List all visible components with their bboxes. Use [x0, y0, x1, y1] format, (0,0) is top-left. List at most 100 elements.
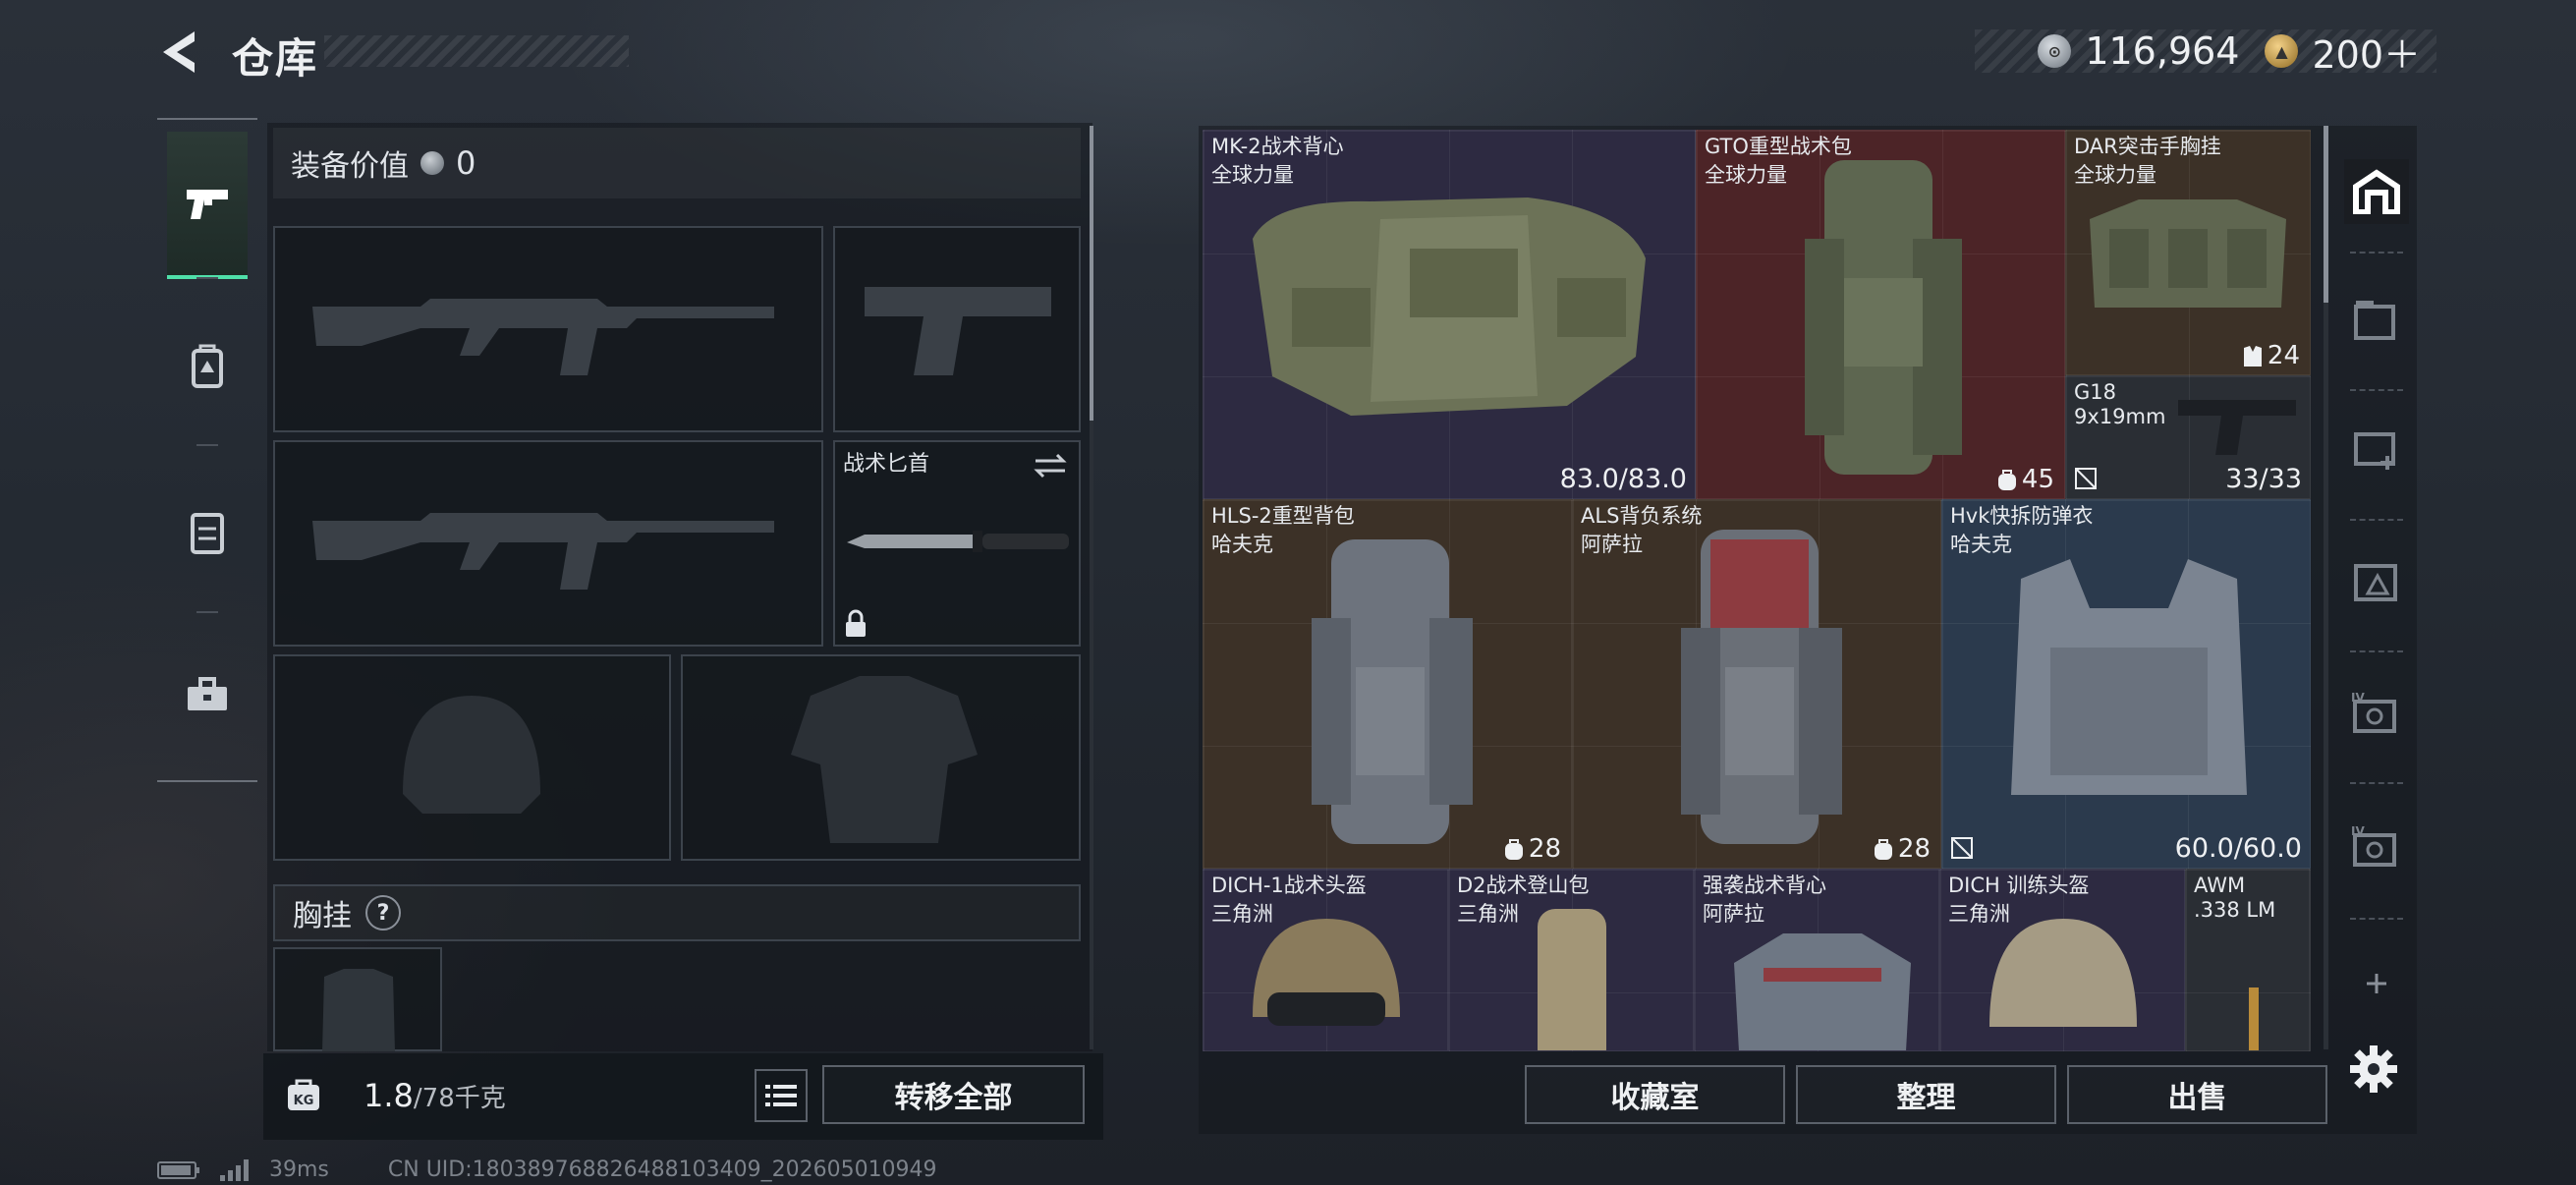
category-container[interactable] — [167, 621, 248, 768]
capacity-bag-icon — [1997, 470, 2016, 490]
back-arrow-icon[interactable] — [155, 28, 204, 77]
item-maker: 三角洲 — [1211, 902, 1273, 926]
tab-storage-5[interactable]: IV — [2344, 680, 2409, 745]
no-insure-icon — [1951, 837, 1973, 859]
equipment-category-rail — [157, 118, 257, 782]
item-name: Hvk快拆防弹衣 — [1950, 504, 2094, 528]
collection-room-button[interactable]: 收藏室 — [1525, 1065, 1785, 1124]
list-view-button[interactable] — [755, 1069, 808, 1122]
armor-silhouette-icon — [791, 676, 978, 843]
warehouse-icon — [2353, 169, 2400, 214]
equipment-value-header: 装备价值 0 — [273, 128, 1081, 198]
inventory-item-dar-rig[interactable]: DAR突击手胸挂 全球力量 24 — [2065, 130, 2311, 375]
chest-rig-label: 胸挂 — [293, 899, 352, 933]
armor-slot[interactable] — [681, 654, 1081, 861]
category-weapons[interactable] — [167, 132, 248, 279]
tab-storage-3[interactable] — [2344, 417, 2409, 481]
scrollbar-thumb[interactable] — [1090, 126, 1093, 421]
rail-divider — [2350, 650, 2403, 652]
inventory-item-hvk-armor[interactable]: Hvk快拆防弹衣 哈夫克 60.0/60.0 — [1941, 499, 2311, 869]
chest-rig-art — [2090, 199, 2286, 308]
knife-slot[interactable]: 战术匕首 — [833, 440, 1081, 647]
sort-button[interactable]: 整理 — [1796, 1065, 2056, 1124]
pistol-art — [2178, 400, 2296, 455]
item-maker: 全球力量 — [2074, 163, 2156, 187]
storage-tabs-rail: IV IV — [2336, 126, 2417, 1134]
inventory-item-dich-training-helmet[interactable]: DICH 训练头盔 三角洲 — [1939, 869, 2185, 1051]
inventory-item-d2-pack[interactable]: D2战术登山包 三角洲 — [1448, 869, 1694, 1051]
item-capacity: 28 — [1503, 834, 1561, 864]
no-insure-icon — [2075, 468, 2097, 489]
add-storage-button[interactable] — [2344, 951, 2409, 1016]
capacity-value: 28 — [1897, 834, 1931, 864]
pistol-icon — [187, 190, 228, 219]
tab-main-warehouse[interactable] — [2344, 159, 2409, 224]
primary-weapon-slot[interactable] — [273, 226, 823, 432]
cartridge-art — [2249, 988, 2259, 1050]
silver-coin-icon — [420, 151, 444, 175]
toolbox-icon — [188, 677, 227, 710]
medical-box-icon — [2354, 432, 2395, 470]
inventory-item-awm-ammo[interactable]: AWM .338 LM — [2185, 869, 2311, 1051]
rail-divider — [2350, 389, 2403, 391]
gold-balance[interactable]: 200＋ — [2312, 25, 2421, 79]
item-name: MK-2战术背心 — [1211, 135, 1344, 158]
item-name: 强袭战术背心 — [1703, 874, 1826, 897]
secondary-weapon-slot[interactable] — [273, 440, 823, 647]
backpack-art — [1538, 909, 1606, 1050]
item-name: D2战术登山包 — [1457, 874, 1590, 897]
tab-storage-4[interactable] — [2344, 548, 2409, 613]
lock-icon — [846, 609, 866, 637]
rail-divider — [196, 444, 218, 446]
category-vest[interactable] — [167, 458, 248, 605]
status-strip: 39ms CN UID:180389768826488103409_202605… — [157, 1157, 937, 1182]
item-name: GTO重型战术包 — [1705, 135, 1852, 158]
pistol-silhouette-icon — [865, 287, 1051, 375]
transfer-all-button[interactable]: 转移全部 — [822, 1065, 1085, 1124]
item-capacity: 28 — [1873, 834, 1931, 864]
chest-rig-slot[interactable] — [273, 947, 442, 1051]
storage-box-icon — [2354, 301, 2395, 340]
inventory-item-dich1-helmet[interactable]: DICH-1战术头盔 三角洲 — [1203, 869, 1448, 1051]
category-backpack[interactable] — [167, 293, 248, 440]
currency-bar: ⊙ 116,964 ▲ 200＋ — [1975, 29, 2436, 77]
pistol-slot[interactable] — [833, 226, 1081, 432]
inventory-item-assault-vest[interactable]: 强袭战术背心 阿萨拉 — [1694, 869, 1939, 1051]
body-armor-art — [2011, 559, 2247, 795]
item-name: DICH-1战术头盔 — [1211, 874, 1367, 897]
tab-storage-2[interactable] — [2344, 287, 2409, 352]
knife-slot-label: 战术匕首 — [843, 452, 930, 477]
tab-storage-6[interactable]: IV — [2344, 814, 2409, 878]
item-durability: 83.0/83.0 — [1559, 464, 1687, 494]
settings-gear-icon[interactable] — [2348, 1044, 2399, 1095]
helmet-slot[interactable] — [273, 654, 671, 861]
rail-divider — [196, 277, 218, 279]
inventory-item-als-pack[interactable]: ALS背负系统 阿萨拉 28 — [1572, 499, 1941, 869]
item-name: ALS背负系统 — [1581, 504, 1703, 528]
help-icon[interactable]: ? — [365, 895, 401, 931]
inventory-scrollbar[interactable] — [2324, 126, 2328, 1049]
inventory-item-gto-pack[interactable]: GTO重型战术包 全球力量 45 — [1696, 130, 2065, 499]
item-maker: 哈夫克 — [1950, 533, 2012, 556]
rig-silhouette-icon — [322, 969, 395, 1051]
scrollbar-thumb[interactable] — [2324, 126, 2328, 303]
inventory-item-mk2-vest[interactable]: MK-2战术背心 全球力量 83.0/83.0 — [1203, 130, 1696, 499]
inventory-item-g18[interactable]: G18 9x19mm 33/33 — [2065, 375, 2311, 499]
chest-rig-row[interactable]: 胸挂 ? — [273, 884, 1081, 941]
gold-coin-icon: ▲ — [2265, 34, 2299, 68]
vest-icon — [191, 513, 224, 554]
item-name: HLS-2重型背包 — [1211, 504, 1355, 528]
item-maker: 阿萨拉 — [1703, 902, 1764, 926]
rail-divider — [2350, 519, 2403, 521]
capacity-value: 45 — [2021, 465, 2054, 494]
item-maker: 三角洲 — [1948, 902, 2010, 926]
rifle-silhouette-icon — [312, 299, 774, 375]
rifle-silhouette-icon — [312, 513, 774, 590]
page-title: 仓库 — [232, 34, 319, 83]
title-decoration — [324, 35, 629, 67]
swap-icon[interactable] — [1034, 452, 1067, 480]
weight-max: /78千克 — [413, 1084, 506, 1113]
inventory-item-hls2-pack[interactable]: HLS-2重型背包 哈夫克 28 — [1203, 499, 1572, 869]
equipment-scrollbar[interactable] — [1090, 126, 1093, 1049]
sell-button[interactable]: 出售 — [2067, 1065, 2327, 1124]
